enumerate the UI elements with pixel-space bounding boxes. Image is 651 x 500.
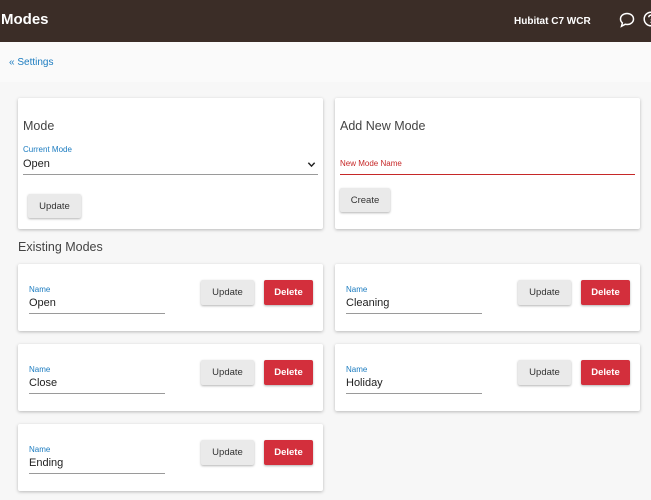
mode-delete-button[interactable]: Delete: [264, 280, 313, 305]
mode-name-label: Name: [29, 365, 51, 374]
mode-name-field[interactable]: Close: [29, 377, 57, 389]
mode-name-underline: [346, 393, 482, 394]
mode-delete-button[interactable]: Delete: [581, 360, 630, 385]
hub-name: Hubitat C7 WCR: [514, 16, 591, 27]
mode-update-button[interactable]: Update: [28, 194, 81, 218]
mode-name-underline: [29, 393, 165, 394]
new-mode-name-underline: [340, 174, 635, 175]
mode-update-button[interactable]: Update: [201, 280, 254, 305]
mode-name-field[interactable]: Open: [29, 297, 56, 309]
existing-modes-heading: Existing Modes: [18, 240, 103, 254]
mode-update-button[interactable]: Update: [201, 360, 254, 385]
mode-name-underline: [29, 473, 165, 474]
mode-update-button[interactable]: Update: [518, 360, 571, 385]
breadcrumb: « Settings: [0, 42, 651, 82]
mode-row-cleaning: Name Cleaning Update Delete: [335, 264, 640, 331]
mode-name-field[interactable]: Ending: [29, 457, 63, 469]
current-mode-underline: [23, 174, 318, 175]
current-mode-label: Current Mode: [23, 145, 72, 154]
mode-update-button[interactable]: Update: [201, 440, 254, 465]
mode-name-field[interactable]: Cleaning: [346, 297, 389, 309]
mode-delete-button[interactable]: Delete: [264, 440, 313, 465]
mode-update-button[interactable]: Update: [518, 280, 571, 305]
add-mode-card: Add New Mode New Mode Name Create: [335, 98, 640, 229]
mode-name-label: Name: [29, 285, 51, 294]
mode-row-holiday: Name Holiday Update Delete: [335, 344, 640, 411]
mode-name-underline: [346, 313, 482, 314]
top-bar: Modes Hubitat C7 WCR: [0, 0, 651, 42]
mode-row-open: Name Open Update Delete: [18, 264, 323, 331]
chevron-down-icon[interactable]: [307, 160, 316, 169]
settings-back-link[interactable]: « Settings: [9, 57, 53, 68]
page-title: Modes: [1, 11, 49, 28]
mode-name-underline: [29, 313, 165, 314]
new-mode-name-input[interactable]: [340, 161, 635, 175]
mode-delete-button[interactable]: Delete: [581, 280, 630, 305]
mode-row-close: Name Close Update Delete: [18, 344, 323, 411]
mode-name-label: Name: [346, 285, 368, 294]
mode-name-label: Name: [346, 365, 368, 374]
mode-row-ending: Name Ending Update Delete: [18, 424, 323, 491]
current-mode-select[interactable]: Open: [23, 158, 50, 170]
mode-card-title: Mode: [23, 119, 55, 133]
chat-icon[interactable]: [619, 12, 635, 28]
help-icon[interactable]: [643, 11, 651, 27]
mode-name-field[interactable]: Holiday: [346, 377, 383, 389]
mode-delete-button[interactable]: Delete: [264, 360, 313, 385]
mode-name-label: Name: [29, 445, 51, 454]
create-button[interactable]: Create: [340, 188, 390, 212]
mode-card: Mode Current Mode Open Update: [18, 98, 323, 229]
add-mode-title: Add New Mode: [340, 119, 426, 133]
